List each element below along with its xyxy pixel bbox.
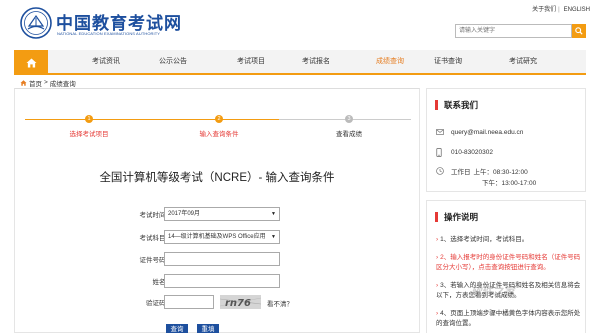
- site-logo[interactable]: 中国教育考试网 NATIONAL EDUCATION EXAMINATIONS …: [20, 7, 190, 39]
- contact-header-bar: [435, 100, 438, 110]
- step-2-label: 输入查询条件: [199, 131, 239, 138]
- contact-box: 联系我们 query@mail.neea.edu.cn 010-83020302: [426, 88, 586, 192]
- home-icon: [26, 57, 36, 68]
- nav-item-exam-projects[interactable]: 考试项目: [225, 50, 277, 73]
- neea-emblem-icon: [20, 7, 52, 39]
- subject-row: 考试科目： 14—级计算机基础及WPS Office应用 ▼: [15, 230, 419, 244]
- search-button[interactable]: [572, 24, 586, 38]
- contact-phone-row: 010-83020302: [436, 147, 493, 157]
- watermark: 软件之家: [472, 286, 516, 298]
- home-icon: [20, 79, 27, 86]
- contact-title: 联系我们: [444, 100, 479, 110]
- instructions-title: 操作说明: [444, 212, 479, 222]
- breadcrumb-current: 成绩查询: [49, 80, 76, 88]
- instructions-header: 操作说明: [435, 211, 478, 223]
- subject-value: 14—级计算机基础及WPS Office应用: [168, 234, 266, 240]
- exam-time-select[interactable]: 2017年09月 ▼: [164, 207, 280, 221]
- name-row: 姓名：: [15, 274, 419, 288]
- instructions-box: 操作说明 › 1、选择考试时间，考试科目。 › 2、输入报考时的身份证件号码和姓名（…: [426, 200, 586, 333]
- english-link[interactable]: ENGLISH: [564, 7, 590, 13]
- site-header: 中国教育考试网 NATIONAL EDUCATION EXAMINATIONS …: [0, 0, 600, 50]
- nav-home[interactable]: [14, 50, 48, 75]
- contact-hours-row: 工作日 上午：08:30-12:00: [436, 166, 528, 176]
- step-line-done: [25, 119, 279, 120]
- arrow-icon: ›: [436, 254, 439, 261]
- nav-item-score-query[interactable]: 成绩查询: [364, 50, 416, 73]
- main-nav: 考试资讯 公示公告 考试项目 考试报名 成绩查询 证书查询 考试研究: [14, 50, 586, 75]
- dropdown-caret-icon: ▼: [271, 234, 276, 240]
- nav-item-registration[interactable]: 考试报名: [290, 50, 342, 73]
- site-search: [455, 24, 586, 38]
- search-submit-button[interactable]: 查询: [166, 324, 188, 333]
- search-input[interactable]: [455, 24, 572, 38]
- contact-header: 联系我们: [435, 99, 478, 111]
- captcha-refresh-link[interactable]: 看不清？: [267, 298, 293, 308]
- contact-email[interactable]: query@mail.neea.edu.cn: [451, 129, 523, 136]
- query-panel: 1 2 3 选择考试项目 输入查询条件 查看成绩 全国计算机等级考试（NCRE）…: [14, 88, 420, 333]
- clock-icon: [436, 167, 444, 175]
- subject-select[interactable]: 14—级计算机基础及WPS Office应用 ▼: [164, 230, 280, 244]
- phone-icon: [436, 147, 442, 157]
- dropdown-caret-icon: ▼: [271, 211, 276, 217]
- instruction-item-2: › 2、输入报考时的身份证件号码和姓名（证件号码区分大小写），点击查询按钮进行查询…: [436, 254, 581, 271]
- arrow-icon: ›: [436, 282, 439, 289]
- search-icon: [575, 27, 583, 35]
- logo-english-title: NATIONAL EDUCATION EXAMINATIONS AUTHORIT…: [57, 31, 161, 36]
- step-3-circle: 3: [345, 115, 353, 123]
- nav-item-notices[interactable]: 公示公告: [147, 50, 199, 73]
- breadcrumb-home[interactable]: 首页: [29, 78, 42, 88]
- instructions-header-bar: [435, 212, 438, 222]
- reset-button[interactable]: 重填: [197, 324, 219, 333]
- step-1-label: 选择考试项目: [69, 131, 109, 138]
- id-number-input[interactable]: [164, 252, 280, 266]
- nav-item-certificate-query[interactable]: 证书查询: [422, 50, 474, 73]
- step-2-circle: 2: [215, 115, 223, 123]
- exam-time-row: 考试时间： 2017年09月 ▼: [15, 207, 419, 221]
- top-links: 关于我们 | ENGLISH: [530, 4, 590, 13]
- arrow-icon: ›: [436, 236, 439, 243]
- step-1-circle: 1: [85, 115, 93, 123]
- nav-item-exam-research[interactable]: 考试研究: [497, 50, 549, 73]
- email-icon: [436, 129, 444, 135]
- captcha-image[interactable]: rn76: [220, 295, 261, 309]
- breadcrumb-separator: >: [44, 79, 48, 86]
- arrow-icon: ›: [436, 310, 439, 317]
- instruction-item-1: › 1、选择考试时间，考试科目。: [436, 236, 529, 243]
- contact-email-row: query@mail.neea.edu.cn: [436, 127, 523, 137]
- captcha-text: rn76: [225, 298, 251, 309]
- step-3-label: 查看成绩: [336, 131, 362, 138]
- contact-hours-am: 上午：08:30-12:00: [473, 169, 528, 176]
- contact-phone: 010-83020302: [451, 148, 493, 156]
- instruction-item-4: › 4、页面上顶端步骤中橘黄色字体内容表示您所处的查询位置。: [436, 310, 581, 327]
- name-input[interactable]: [164, 274, 280, 288]
- contact-hours-label: 工作日: [451, 169, 471, 176]
- captcha-row: 验证码： rn76 看不清？: [15, 295, 419, 309]
- captcha-input[interactable]: [164, 295, 214, 309]
- breadcrumb: 首页 > 成绩查询: [20, 78, 76, 88]
- exam-time-value: 2017年09月: [168, 211, 201, 217]
- top-links-separator: |: [558, 7, 560, 13]
- id-number-row: 证件号码：: [15, 252, 419, 266]
- about-link[interactable]: 关于我们: [532, 7, 556, 13]
- page-title: 全国计算机等级考试（NCRE）- 输入查询条件: [99, 172, 335, 184]
- contact-hours-pm: 下午：13:00-17:00: [482, 180, 537, 187]
- nav-item-news[interactable]: 考试资讯: [80, 50, 132, 73]
